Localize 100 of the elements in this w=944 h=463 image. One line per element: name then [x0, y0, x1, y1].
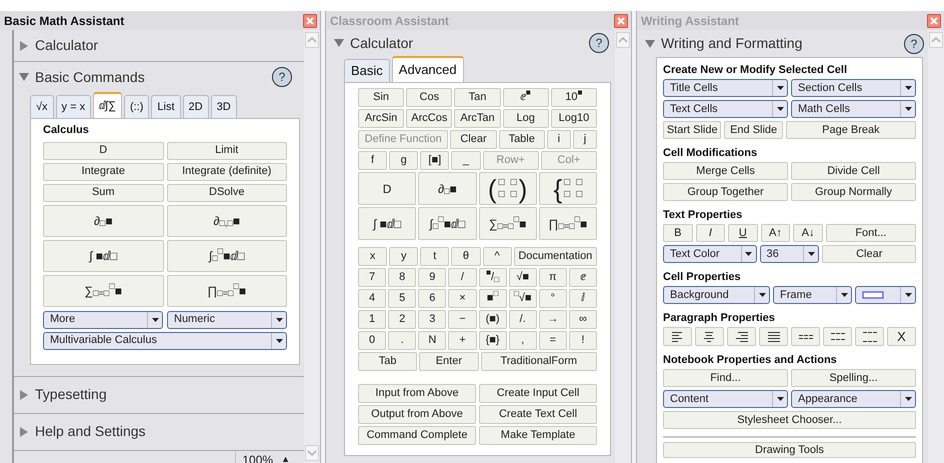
section-header[interactable]: Typesetting [14, 376, 107, 412]
scrollbar[interactable] [928, 30, 944, 463]
button[interactable]: Group Normally [791, 183, 916, 201]
button[interactable]: Merge Cells [663, 162, 788, 180]
close-icon[interactable] [303, 14, 317, 28]
button[interactable]: End Slide [724, 121, 783, 139]
button[interactable]: y [389, 247, 418, 266]
button[interactable]: Tan [454, 88, 501, 107]
button[interactable]: 9 [418, 268, 446, 287]
paragraph-button[interactable] [759, 327, 788, 346]
button[interactable]: /. [508, 310, 537, 329]
button[interactable]: $^{□}$√■ [508, 289, 537, 308]
paragraph-button[interactable] [823, 327, 852, 346]
close-icon[interactable] [927, 14, 941, 28]
button[interactable]: Cos [406, 88, 452, 107]
button[interactable]: Log [502, 109, 549, 128]
section-header[interactable]: Help and Settings [14, 414, 146, 450]
tab[interactable]: √x [30, 95, 54, 118]
button[interactable]: g [389, 151, 418, 170]
button[interactable]: Sin [358, 88, 404, 107]
paragraph-button[interactable] [695, 327, 724, 346]
button[interactable]: + [448, 331, 476, 350]
tab[interactable]: 2D [182, 95, 209, 118]
paragraph-button[interactable] [855, 327, 884, 346]
button[interactable]: i [546, 130, 571, 149]
button[interactable]: Make Template [479, 426, 597, 445]
button[interactable]: Font... [826, 224, 916, 242]
button[interactable]: 3 [418, 310, 446, 329]
dropdown[interactable]: More [43, 310, 163, 328]
dropdown[interactable]: Math Cells [791, 100, 916, 118]
button[interactable]: Create Text Cell [479, 405, 597, 424]
dropdown[interactable]: Appearance [791, 390, 916, 408]
tab[interactable]: (::) [124, 95, 150, 118]
button[interactable]: ∑$_{□=□}$$^{□}$■ [478, 207, 537, 240]
section-header[interactable]: Writing and Formatting [637, 33, 802, 54]
button[interactable]: − [448, 310, 476, 329]
section-header[interactable]: Basic Commands [14, 62, 145, 92]
tab[interactable]: List [151, 95, 181, 118]
dropdown[interactable]: Background [663, 286, 770, 304]
button[interactable]: Stylesheet Chooser... [663, 411, 916, 429]
button[interactable]: _ [451, 151, 480, 170]
button[interactable]: B [663, 224, 693, 242]
button[interactable]: 10$^{■}$ [550, 88, 598, 107]
button[interactable]: 7 [358, 268, 386, 287]
button[interactable]: ^ [482, 247, 512, 266]
close-icon[interactable] [614, 14, 628, 28]
matrix-button[interactable]: {□ □ □ □ [538, 172, 597, 205]
button[interactable]: ∏$_{□=□}$$^{□}$■ [538, 207, 597, 240]
zoom-menu-button[interactable]: ▲ [281, 452, 290, 463]
button[interactable]: D [43, 142, 164, 160]
tab[interactable]: 3D [210, 95, 237, 118]
dropdown[interactable] [855, 286, 916, 304]
button[interactable]: N [418, 331, 446, 350]
button[interactable]: 4 [358, 289, 386, 308]
button[interactable]: 5 [388, 289, 416, 308]
button[interactable]: Drawing Tools [663, 442, 916, 458]
button[interactable]: A↓ [793, 224, 823, 242]
button[interactable]: Sum [43, 184, 164, 202]
button[interactable]: Find... [663, 369, 788, 387]
button[interactable]: j [572, 130, 597, 149]
tab[interactable]: Advanced [392, 56, 464, 82]
button[interactable]: 6 [418, 289, 446, 308]
button[interactable]: 1 [358, 310, 386, 329]
button[interactable]: ArcCos [406, 109, 452, 128]
tab[interactable]: ⅆ∫∑ [93, 92, 122, 118]
tab[interactable]: Basic [344, 59, 390, 82]
button[interactable]: {■} [478, 331, 507, 350]
matrix-button[interactable]: (□ □ □ □) [478, 172, 537, 205]
button[interactable]: Enter [419, 352, 478, 371]
button[interactable]: θ [451, 247, 480, 266]
button[interactable]: ∏$_{□=□}$$^{□}$■ [166, 274, 287, 306]
button[interactable]: ∫ ■ⅆ□ [43, 240, 164, 272]
button[interactable]: Command Complete [358, 426, 476, 445]
button[interactable]: Clear [450, 130, 497, 149]
dropdown[interactable]: Section Cells [791, 79, 916, 97]
button[interactable]: Log10 [550, 109, 598, 128]
button[interactable]: ∂$_{□}$■ [418, 172, 476, 205]
button[interactable]: Table [498, 130, 545, 149]
button[interactable]: , [508, 331, 537, 350]
dropdown[interactable]: Content [663, 390, 788, 408]
help-button[interactable]: ? [904, 34, 924, 54]
button[interactable]: TraditionalForm [480, 352, 597, 371]
button[interactable]: ■$^{□}$ [478, 289, 507, 308]
button[interactable]: (■) [478, 310, 507, 329]
button[interactable]: ° [538, 289, 567, 308]
button[interactable]: X [887, 327, 916, 346]
button[interactable]: 2 [388, 310, 416, 329]
button[interactable]: Integrate (definite) [166, 162, 287, 180]
button[interactable]: ! [568, 331, 597, 350]
section-header[interactable]: Calculator [14, 30, 98, 61]
button[interactable]: A↑ [760, 224, 790, 242]
button[interactable]: ∫$_{□}$$^{□}$■ⅆ□ [418, 207, 476, 240]
button[interactable]: √■ [508, 268, 537, 287]
button[interactable]: Group Together [663, 183, 788, 201]
button[interactable]: t [420, 247, 450, 266]
button[interactable]: 0 [358, 331, 386, 350]
button[interactable]: Integrate [43, 162, 164, 180]
button[interactable]: Clear [822, 245, 916, 263]
button[interactable]: . [388, 331, 416, 350]
button[interactable]: U [728, 224, 758, 242]
